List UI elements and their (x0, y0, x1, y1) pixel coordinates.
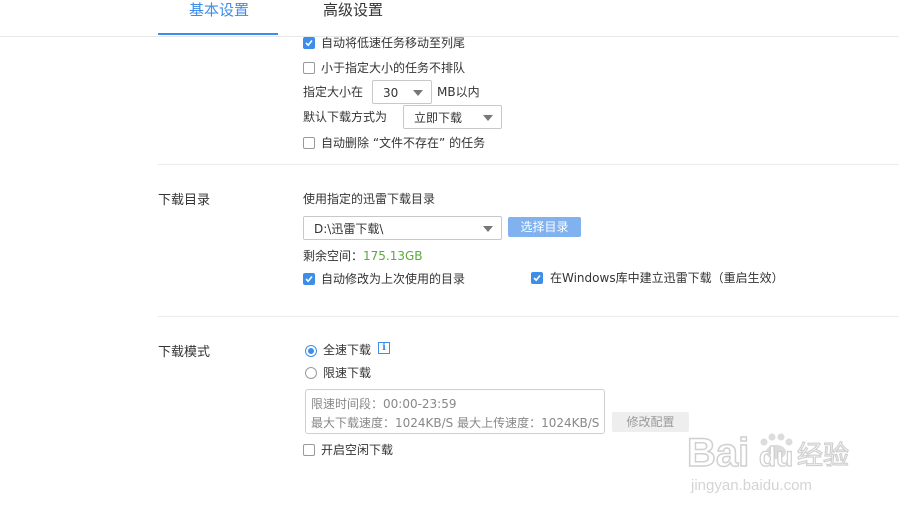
baidu-jingyan-watermark: Bai du 经验 jingyan.baidu.com (686, 430, 849, 494)
no-queue-small-label: 小于指定大小的任务不排队 (321, 61, 466, 75)
free-space-value: 175.13GB (363, 249, 423, 263)
tab-bar: 基本设置 高级设置 (0, 0, 899, 37)
download-dir-section-label: 下载目录 (158, 193, 211, 208)
download-dir-heading: 使用指定的迅雷下载目录 (303, 192, 436, 206)
limited-speed-label: 限速下载 (323, 366, 372, 380)
auto-modify-dir-label: 自动修改为上次使用的目录 (321, 272, 466, 286)
size-suffix-label: MB以内 (437, 85, 480, 99)
watermark-url: jingyan.baidu.com (690, 477, 812, 494)
chevron-down-icon (483, 115, 493, 121)
auto-move-slow-checkbox[interactable] (303, 37, 315, 49)
size-select-value: 30 (383, 86, 399, 100)
auto-delete-label: 自动删除 “文件不存在” 的任务 (321, 136, 486, 150)
default-mode-select-value: 立即下载 (414, 111, 463, 125)
watermark-brand: Bai (687, 431, 749, 475)
size-select[interactable]: 30 (372, 80, 432, 104)
full-speed-label: 全速下载 (323, 343, 372, 357)
windows-lib-label: 在Windows库中建立迅雷下载（重启生效） (550, 271, 784, 285)
chevron-down-icon (413, 90, 423, 96)
idle-download-label: 开启空闲下载 (321, 443, 394, 457)
free-space-label: 剩余空间： (303, 249, 364, 263)
download-path-select[interactable]: D:\迅雷下载\ (303, 216, 502, 240)
auto-delete-checkbox[interactable] (303, 137, 315, 149)
watermark-brand-cn: 经验 (797, 441, 849, 471)
choose-dir-button[interactable]: 选择目录 (508, 217, 581, 237)
section-divider (158, 316, 899, 317)
chevron-down-icon (483, 226, 493, 232)
download-mode-section-label: 下载模式 (158, 345, 211, 360)
limit-time-text: 限速时间段：00:00-23:59 (311, 397, 457, 411)
info-icon[interactable]: i (378, 342, 390, 354)
auto-modify-dir-checkbox[interactable] (303, 273, 315, 285)
tab-advanced-settings[interactable]: 高级设置 (323, 0, 383, 34)
no-queue-small-checkbox[interactable] (303, 62, 315, 74)
speed-limit-box: 限速时间段：00:00-23:59 最大下载速度：1024KB/S 最大上传速度… (305, 389, 605, 434)
tab-basic-settings[interactable]: 基本设置 (189, 0, 249, 34)
size-prefix-label: 指定大小在 (303, 85, 364, 99)
auto-move-slow-label: 自动将低速任务移动至列尾 (321, 36, 466, 50)
full-speed-radio[interactable] (305, 345, 317, 357)
limit-speed-text: 最大下载速度：1024KB/S 最大上传速度：1024KB/S (311, 416, 600, 430)
limited-speed-radio[interactable] (305, 367, 317, 379)
active-tab-indicator (158, 33, 278, 35)
idle-download-checkbox[interactable] (303, 444, 315, 456)
section-divider (158, 164, 899, 165)
default-mode-select[interactable]: 立即下载 (403, 105, 502, 129)
windows-lib-checkbox[interactable] (531, 272, 543, 284)
download-path-value: D:\迅雷下载\ (314, 222, 384, 236)
watermark-brand-paw: du (759, 441, 793, 472)
default-mode-label: 默认下载方式为 (303, 110, 388, 124)
modify-config-button[interactable]: 修改配置 (612, 412, 689, 432)
free-space-row: 剩余空间：175.13GB (303, 248, 423, 264)
settings-page: 基本设置 高级设置 自动将低速任务移动至列尾 小于指定大小的任务不排队 指定大小… (0, 0, 899, 517)
